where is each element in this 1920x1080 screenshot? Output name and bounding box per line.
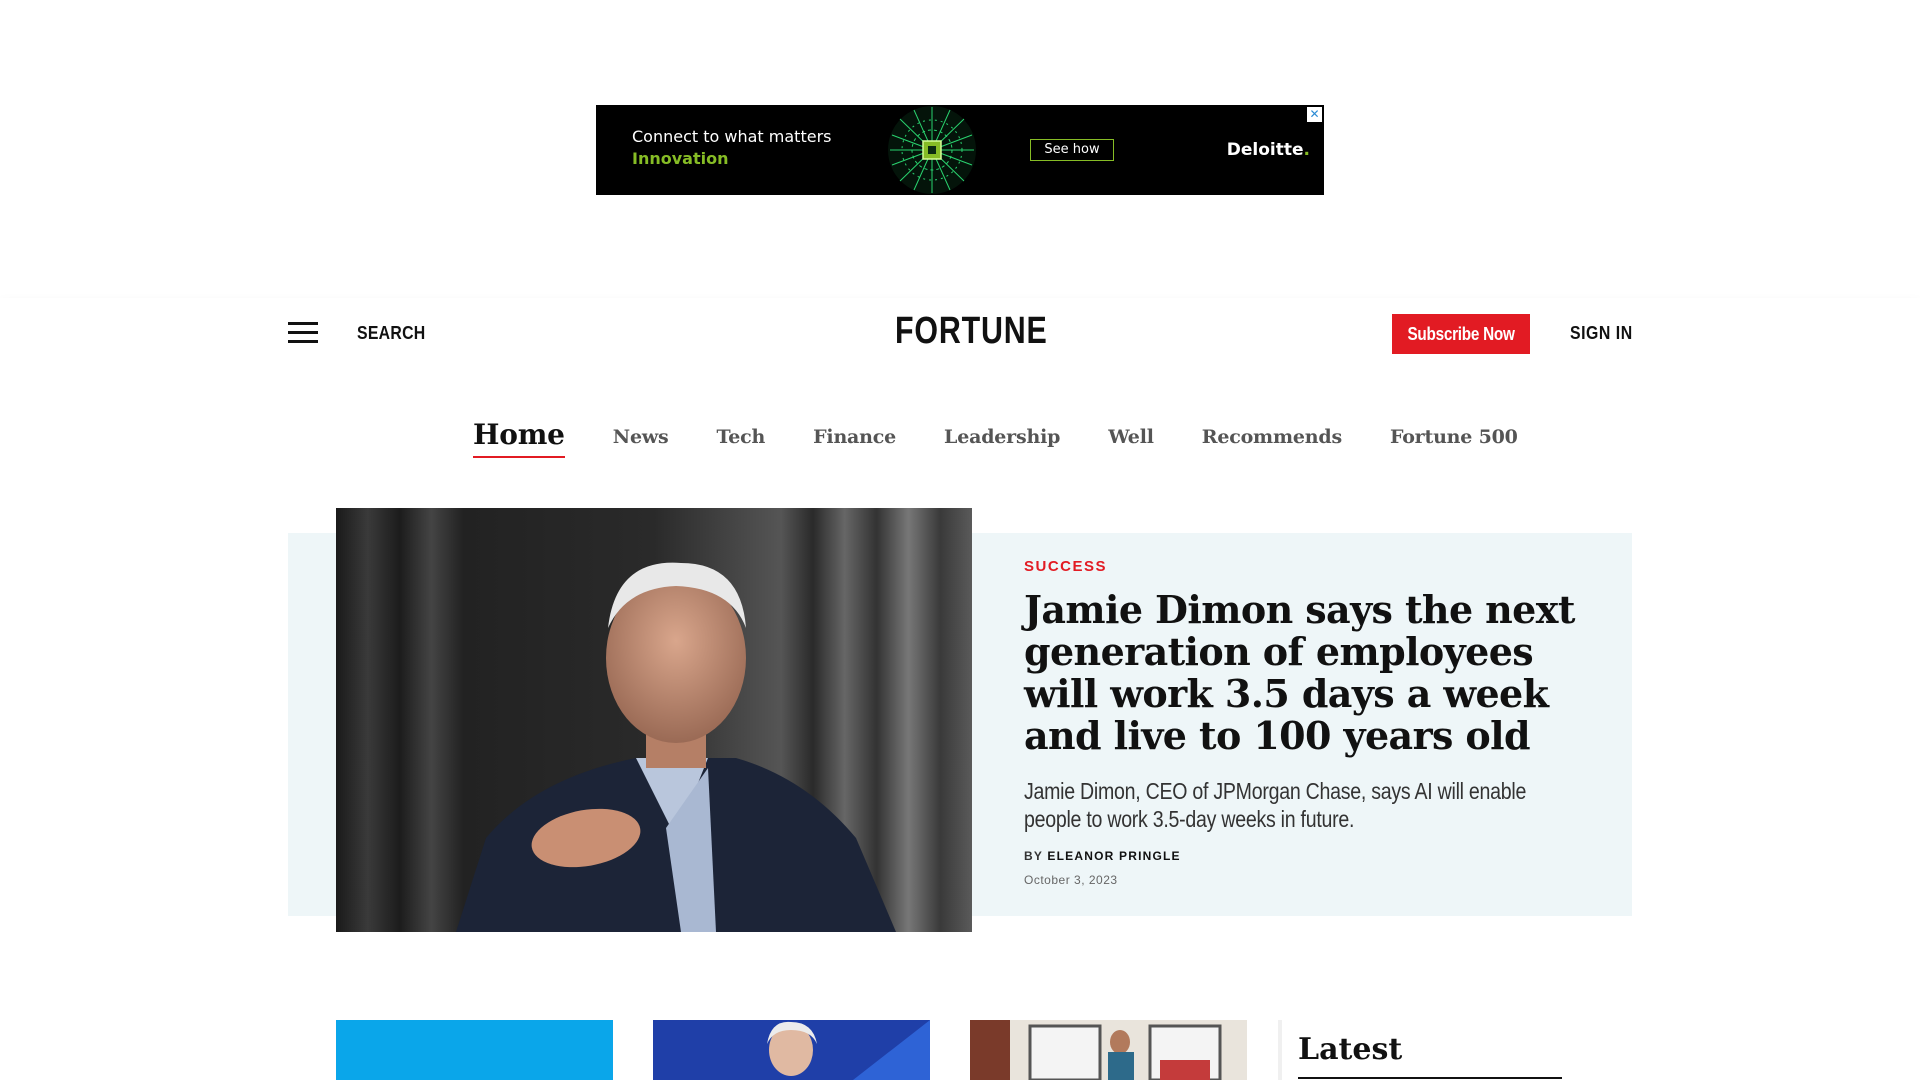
article-date: October 3, 2023 <box>1024 873 1118 887</box>
byline: BY ELEANOR PRINGLE <box>1024 849 1584 863</box>
story-card-image-1[interactable] <box>336 1020 613 1080</box>
hero-article: SUCCESS Jamie Dimon says the next genera… <box>1024 558 1584 887</box>
subscribe-label: Subscribe Now <box>1407 324 1515 344</box>
menu-icon[interactable] <box>288 322 318 344</box>
author-link[interactable]: ELEANOR PRINGLE <box>1047 849 1180 863</box>
portrait-photo-2 <box>767 1020 930 1080</box>
article-summary: Jamie Dimon, CEO of JPMorgan Chase, says… <box>1024 778 1527 832</box>
section-nav: Home News Tech Finance Leadership Well R… <box>473 418 1566 458</box>
hero-image[interactable] <box>336 508 972 932</box>
ad-brand-logo: Deloitte. <box>1227 140 1310 160</box>
circuit-chip-image <box>888 106 976 194</box>
latest-panel: Latest <box>1278 1020 1574 1080</box>
ad-see-how-button[interactable]: See how <box>1030 139 1114 161</box>
story-card-image-2[interactable] <box>653 1020 930 1080</box>
ad-headline: Connect to what matters <box>632 127 832 146</box>
site-logo[interactable]: FORTUNE <box>895 310 1048 353</box>
nav-item-well[interactable]: Well <box>1108 418 1154 458</box>
nav-item-recommends[interactable]: Recommends <box>1202 418 1342 458</box>
latest-heading: Latest <box>1298 1032 1403 1067</box>
portrait-photo <box>336 508 972 932</box>
ad-banner[interactable]: Connect to what matters Innovation See h… <box>596 105 1324 195</box>
story-card-image-3[interactable] <box>970 1020 1247 1080</box>
nav-item-leadership[interactable]: Leadership <box>944 418 1060 458</box>
subscribe-button[interactable]: Subscribe Now <box>1392 314 1530 354</box>
nav-item-finance[interactable]: Finance <box>813 418 896 458</box>
nav-item-fortune-500[interactable]: Fortune 500 <box>1390 418 1518 458</box>
ad-brand-name: Deloitte <box>1226 140 1304 160</box>
office-photo <box>970 1020 1222 1080</box>
search-button[interactable]: SEARCH <box>357 323 425 344</box>
ad-brand-dot: . <box>1303 140 1310 160</box>
site-header: SEARCH FORTUNE Subscribe Now SIGN IN <box>0 298 1920 368</box>
ad-close-icon[interactable]: ✕ <box>1307 107 1322 122</box>
nav-item-home[interactable]: Home <box>473 418 565 458</box>
latest-divider <box>1298 1077 1562 1079</box>
nav-item-news[interactable]: News <box>613 418 669 458</box>
article-headline[interactable]: Jamie Dimon says the next generation of … <box>1024 589 1584 757</box>
sign-in-button[interactable]: SIGN IN <box>1570 323 1633 344</box>
article-category[interactable]: SUCCESS <box>1024 558 1584 575</box>
byline-prefix: BY <box>1024 849 1043 863</box>
ad-subheadline: Innovation <box>632 149 729 168</box>
nav-item-tech[interactable]: Tech <box>717 418 766 458</box>
